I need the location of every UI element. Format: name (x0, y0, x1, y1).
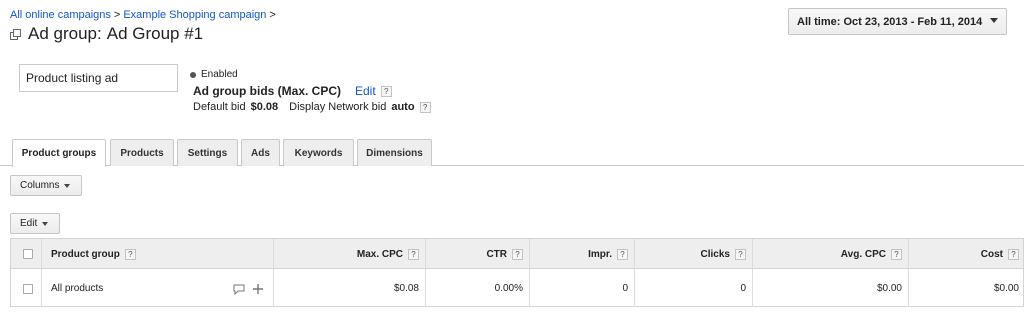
edit-button-label: Edit (20, 218, 38, 229)
header-select-all (23, 239, 43, 269)
tab-bar: Product groups Products Settings Ads Key… (0, 139, 1024, 167)
help-icon[interactable]: ? (735, 248, 746, 260)
product-group-cell: All products (51, 283, 104, 294)
header-label: Max. CPC (356, 248, 403, 260)
default-bid-label: Default bid (193, 101, 246, 113)
tab-dimensions[interactable]: Dimensions (357, 139, 432, 166)
tab-settings[interactable]: Settings (177, 139, 238, 166)
avg-cpc-cell: $0.00 (876, 283, 902, 294)
breadcrumb-separator: > (269, 9, 276, 21)
display-network-bid-value: auto (391, 101, 415, 113)
header-label: CTR (486, 248, 507, 260)
columns-button-label: Columns (20, 180, 60, 191)
bids-title: Ad group bids (Max. CPC) (193, 84, 341, 98)
header-product-group[interactable]: Product group ? (51, 239, 271, 269)
header-impressions[interactable]: Impr. ? (529, 239, 634, 269)
tab-keywords[interactable]: Keywords (283, 139, 354, 166)
columns-button[interactable]: Columns (10, 175, 82, 196)
header-label: Impr. (588, 248, 612, 260)
header-clicks[interactable]: Clicks ? (634, 239, 752, 269)
header-cost[interactable]: Cost ? (908, 239, 1024, 269)
max-cpc-cell[interactable]: $0.08 (273, 270, 425, 307)
date-range-selector[interactable]: All time: Oct 23, 2013 - Feb 11, 2014 (788, 8, 1007, 35)
tab-ads[interactable]: Ads (241, 139, 280, 166)
help-icon[interactable]: ? (124, 248, 136, 260)
ad-type-box: Product listing ad (19, 64, 178, 92)
row-select-cell (23, 270, 43, 307)
help-icon[interactable]: ? (380, 85, 392, 97)
status-dot-icon (190, 71, 196, 78)
product-groups-table: Product group ? Max. CPC ? CTR ? Impr. ?… (10, 238, 1024, 307)
comment-icon[interactable] (233, 284, 245, 295)
row-actions (233, 283, 264, 295)
help-icon[interactable]: ? (1008, 248, 1019, 260)
help-icon[interactable]: ? (891, 248, 902, 260)
breadcrumb-all-campaigns[interactable]: All online campaigns (10, 9, 111, 21)
clicks-cell: 0 (740, 283, 746, 294)
row-checkbox[interactable] (23, 283, 33, 294)
ad-group-bids-heading: Ad group bids (Max. CPC) Edit ? (193, 84, 392, 98)
header-label: Clicks (700, 248, 730, 260)
tab-products[interactable]: Products (110, 139, 174, 166)
page-title: Ad group: Ad Group #1 (10, 24, 203, 44)
breadcrumb: All online campaigns > Example Shopping ca… (10, 9, 279, 21)
impressions-cell: 0 (622, 283, 628, 294)
status-indicator: Enabled (190, 69, 238, 80)
ctr-cell: 0.00% (494, 283, 523, 294)
header-max-cpc[interactable]: Max. CPC ? (273, 239, 425, 269)
bids-values: Default bid $0.08 Display Network bid au… (193, 101, 431, 113)
help-icon[interactable]: ? (408, 248, 419, 260)
header-label: Avg. CPC (840, 248, 886, 260)
status-text: Enabled (201, 69, 238, 80)
caret-down-icon (64, 183, 71, 188)
help-icon[interactable]: ? (617, 248, 628, 260)
select-all-checkbox[interactable] (23, 249, 33, 259)
chevron-down-icon (990, 18, 998, 23)
help-icon[interactable]: ? (512, 248, 523, 260)
tab-product-groups[interactable]: Product groups (12, 139, 106, 167)
breadcrumb-campaign[interactable]: Example Shopping campaign (123, 9, 266, 21)
header-avg-cpc[interactable]: Avg. CPC ? (752, 239, 908, 269)
table-header-row: Product group ? Max. CPC ? CTR ? Impr. ?… (11, 239, 1023, 269)
breadcrumb-separator: > (113, 9, 121, 21)
page-title-prefix: Ad group: (28, 24, 102, 43)
add-subdivision-icon[interactable] (252, 283, 264, 295)
header-ctr[interactable]: CTR ? (425, 239, 529, 269)
header-label: Product group (51, 248, 120, 260)
header-label: Cost (980, 248, 1003, 260)
default-bid-value: $0.08 (250, 101, 279, 113)
edit-bids-link[interactable]: Edit (355, 84, 376, 98)
edit-button[interactable]: Edit (10, 213, 60, 234)
caret-down-icon (42, 221, 49, 226)
help-icon[interactable]: ? (419, 101, 431, 113)
table-row: All products $0.08 0.00% 0 0 $0.00 $0.00 (11, 270, 1023, 307)
ad-group-icon (10, 29, 21, 40)
page-title-name: Ad Group #1 (106, 24, 204, 43)
cost-cell: $0.00 (993, 283, 1019, 294)
date-range-label: All time: Oct 23, 2013 - Feb 11, 2014 (797, 15, 983, 28)
display-network-bid-label: Display Network bid (289, 101, 387, 113)
